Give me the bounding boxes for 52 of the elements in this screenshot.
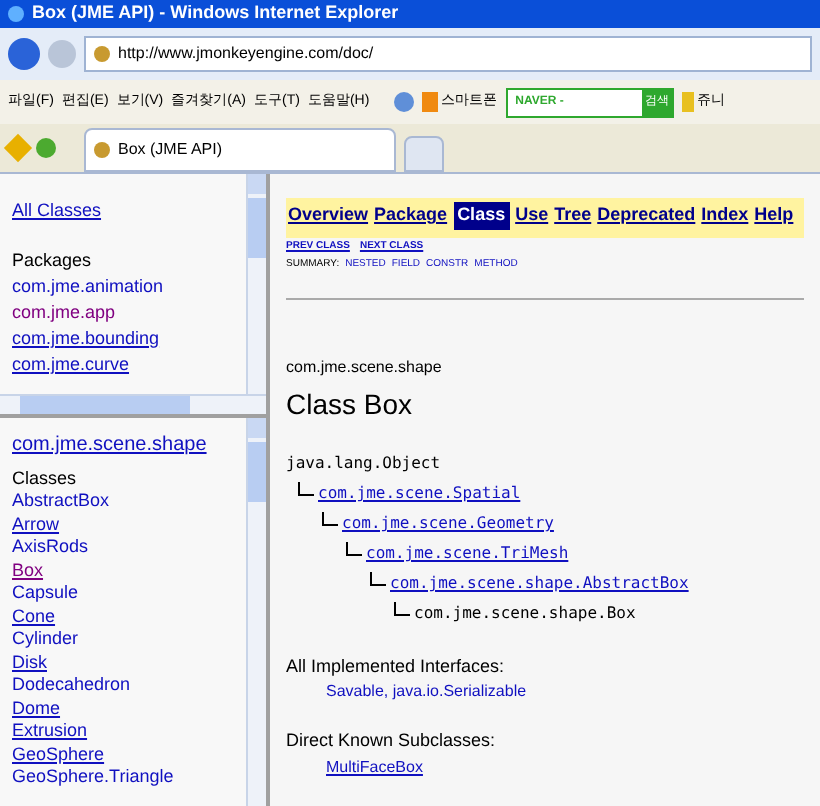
site-icon [94, 46, 110, 62]
class-entry[interactable]: Cone [12, 605, 56, 628]
interfaces-list: Savable, java.io.Serializable [286, 680, 804, 704]
nav-link[interactable]: Overview [288, 202, 369, 229]
nav-link[interactable]: Tree [554, 202, 592, 229]
nav-link[interactable]: Use [515, 202, 549, 229]
class-entry[interactable]: Dodecahedron [12, 674, 131, 697]
interfaces-heading: All Implemented Interfaces: [286, 653, 507, 680]
vertical-scrollbar[interactable] [246, 418, 266, 806]
window-title: Box (JME API) - Windows Internet Explorer [32, 0, 399, 27]
superclass-link[interactable]: com.jme.scene.shape.AbstractBox [390, 572, 689, 596]
browser-tab[interactable]: Box (JME API) [84, 128, 396, 172]
current-class-name: java.lang.Object [286, 452, 441, 476]
package-entry[interactable]: com.jme.app [12, 300, 116, 326]
class-entry[interactable]: GeoSphere.Triangle [12, 766, 174, 789]
class-entry[interactable]: Arrow [12, 513, 60, 536]
class-entry[interactable]: AxisRods [12, 536, 89, 559]
nav-link[interactable]: Deprecated [597, 202, 696, 229]
packages-heading: Packages [12, 248, 94, 274]
class-entry[interactable]: Extrusion [12, 720, 88, 743]
horizontal-scrollbar[interactable] [0, 394, 266, 414]
forward-button[interactable] [48, 40, 76, 68]
class-entry[interactable]: Capsule [12, 582, 79, 605]
class-entry[interactable]: Cylinder [12, 628, 79, 651]
subclasses-heading: Direct Known Subclasses: [286, 728, 498, 754]
new-tab-button[interactable] [404, 136, 444, 172]
vertical-scrollbar[interactable] [246, 174, 266, 394]
superclass-link[interactable]: com.jme.scene.Spatial [318, 482, 521, 506]
class-entry[interactable]: GeoSphere [12, 743, 105, 766]
current-package-link[interactable]: com.jme.scene.shape [12, 434, 207, 457]
nav-link[interactable]: Help [754, 202, 794, 229]
classes-heading: Classes [12, 467, 79, 490]
subclass-link[interactable]: MultiFaceBox [286, 755, 423, 779]
class-entry[interactable]: Disk [12, 651, 47, 674]
site-icon [94, 142, 110, 158]
class-entry[interactable]: AbstractBox [12, 490, 110, 513]
package-entry[interactable]: com.jme.curve [12, 352, 130, 378]
class-title: Class Box [286, 385, 415, 423]
class-entry[interactable]: Dome [12, 697, 61, 720]
address-field[interactable]: http://www.jmonkeyengine.com/doc/ [84, 36, 812, 72]
package-entry[interactable]: com.jme.animation [12, 274, 164, 300]
superclass-link[interactable]: com.jme.scene.Geometry [342, 512, 554, 536]
class-entry[interactable]: Box [12, 559, 44, 582]
current-class-name: com.jme.scene.shape.Box [414, 602, 636, 626]
all-classes-link[interactable]: All Classes [12, 198, 234, 224]
package-name: com.jme.scene.shape [286, 355, 444, 379]
back-button[interactable] [8, 38, 40, 70]
nav-link[interactable]: Class [453, 202, 510, 229]
package-entry[interactable]: com.jme.bounding [12, 326, 160, 352]
superclass-link[interactable]: com.jme.scene.TriMesh [366, 542, 569, 566]
nav-link[interactable]: Package [374, 202, 448, 229]
nav-link[interactable]: Index [701, 202, 749, 229]
